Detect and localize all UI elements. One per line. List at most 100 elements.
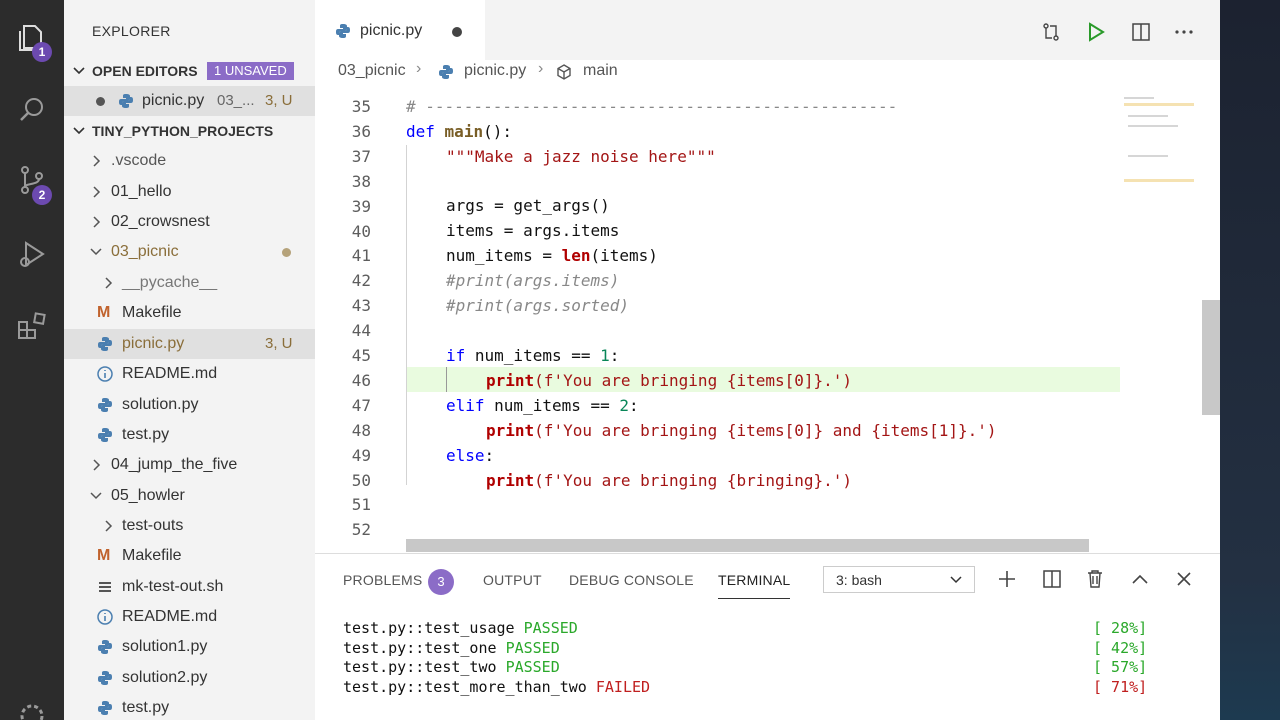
run-debug-icon[interactable] [16,238,48,270]
python-file-icon [98,671,112,685]
line-number: 36 [351,121,371,141]
close-icon[interactable] [1176,571,1192,587]
terminal-select[interactable]: 3: bash [823,566,975,593]
tree-folder-vscode[interactable]: .vscode [64,146,315,176]
tree-label: solution2.py [122,669,208,686]
python-file-icon [336,24,350,38]
search-icon[interactable] [16,94,48,126]
tree-file-mk-test-out[interactable]: mk-test-out.sh [64,572,315,602]
code-line-41: num_items = len(items) [446,246,658,265]
line-number: 50 [351,470,371,490]
tree-folder-pycache[interactable]: __pycache__ [64,268,315,298]
builtin-print: print [486,421,535,440]
code-line-43: #print(args.sorted) [446,296,630,315]
keyword: if [446,346,466,365]
code-text: : [609,346,620,365]
tree-file-readme-2[interactable]: README.md [64,602,315,632]
line-number: 51 [351,495,371,515]
tree-file-solution[interactable]: solution.py [64,390,315,420]
explorer-title: EXPLORER [92,23,171,39]
code-text: : [484,446,495,465]
line-number: 40 [351,221,371,241]
modified-dot-icon [282,248,291,257]
number: 1 [600,346,610,365]
tab-label: picnic.py [360,22,423,39]
tree-file-readme[interactable]: README.md [64,359,315,389]
tree-label: test-outs [122,517,184,534]
minimap[interactable] [1120,85,1200,195]
code-text: num_items = [446,246,562,265]
tree-file-test-2[interactable]: test.py [64,693,315,720]
tab-picnic[interactable]: picnic.py [315,0,485,60]
code-editor[interactable]: 35 36 37 38 39 40 41 42 43 44 45 46 47 48 49 50 51 52 # -… [315,85,1220,553]
tree-file-solution1[interactable]: solution1.py [64,632,315,662]
active-tab-underline [718,598,790,599]
chevron-right-icon: › [538,60,544,77]
split-editor-icon[interactable] [1131,22,1151,42]
chevron-down-icon [950,576,962,584]
activity-bar: 1 2 [0,0,64,720]
tab-problems[interactable]: PROBLEMS [343,572,422,588]
code-line-35: # --------------------------------------… [406,97,898,116]
chevron-down-icon [90,248,102,256]
chevron-right-icon [105,277,113,289]
line-number: 39 [351,196,371,216]
unsaved-dot-icon[interactable] [452,27,462,37]
trash-icon[interactable] [1086,569,1104,589]
code-text: (items) [590,246,658,265]
tree-file-makefile[interactable]: M Makefile [64,298,315,328]
open-editor-name: picnic.py [142,92,205,109]
run-play-icon[interactable] [1087,22,1105,42]
tab-output[interactable]: OUTPUT [483,572,542,588]
line-number: 44 [351,321,371,341]
tree-folder-03-picnic[interactable]: 03_picnic [64,237,315,267]
terminal-line: test.py::test_more_than_two FAILED [343,678,650,696]
code-line-46: print(f'You are bringing {items[0]}.') [486,371,852,390]
vertical-scrollbar[interactable] [1202,300,1220,415]
function-name: main [444,122,484,141]
test-result: PASSED [505,658,560,676]
tree-folder-05[interactable]: 05_howler [64,481,315,511]
breadcrumb-file[interactable]: picnic.py [464,62,526,80]
tree-file-picnic[interactable]: picnic.py 3, U [64,329,315,359]
tree-label: test.py [122,699,170,716]
horizontal-scrollbar[interactable] [406,539,1089,552]
breadcrumb-symbol[interactable]: main [583,62,618,80]
tree-folder-02-crowsnest[interactable]: 02_crowsnest [64,207,315,237]
tree-label: mk-test-out.sh [122,578,224,595]
python-file-icon [119,94,133,108]
test-name: test.py::test_usage [343,619,515,637]
project-header[interactable]: TINY_PYTHON_PROJECTS [64,116,315,146]
test-progress: [ 42%] [1093,639,1148,657]
tree-file-test[interactable]: test.py [64,420,315,450]
extensions-icon[interactable] [16,310,48,342]
tree-file-solution2[interactable]: solution2.py [64,663,315,693]
tree-folder-04[interactable]: 04_jump_the_five [64,450,315,480]
unsaved-dot-icon[interactable] [96,97,105,106]
line-number: 43 [351,296,371,316]
tree-file-makefile-2[interactable]: M Makefile [64,541,315,571]
compare-changes-icon[interactable] [1041,22,1061,42]
split-terminal-icon[interactable] [1042,569,1062,589]
tree-folder-01-hello[interactable]: 01_hello [64,177,315,207]
tree-folder-test-outs[interactable]: test-outs [64,511,315,541]
chevron-up-icon[interactable] [1131,571,1149,587]
tree-label: Makefile [122,547,182,564]
indent-guide [406,145,407,485]
shell-file-icon [99,582,111,592]
open-editors-label: OPEN EDITORS [92,63,198,79]
breadcrumb-folder[interactable]: 03_picnic [338,62,406,80]
info-icon [97,366,113,382]
tab-terminal[interactable]: TERMINAL [718,572,790,588]
new-terminal-icon[interactable] [997,569,1017,589]
code-line-37: """Make a jazz noise here""" [446,147,716,166]
tab-debug-console[interactable]: DEBUG CONSOLE [569,572,694,588]
open-editor-status: 3, U [265,92,293,109]
open-editor-item[interactable]: picnic.py 03_... 3, U [64,86,315,116]
line-number: 45 [351,346,371,365]
test-name: test.py::test_one [343,639,497,657]
code-line-47: elif num_items == 2: [446,396,639,415]
settings-gear-icon[interactable] [16,700,48,720]
more-actions-icon[interactable] [1174,22,1194,42]
line-number: 49 [351,445,371,465]
